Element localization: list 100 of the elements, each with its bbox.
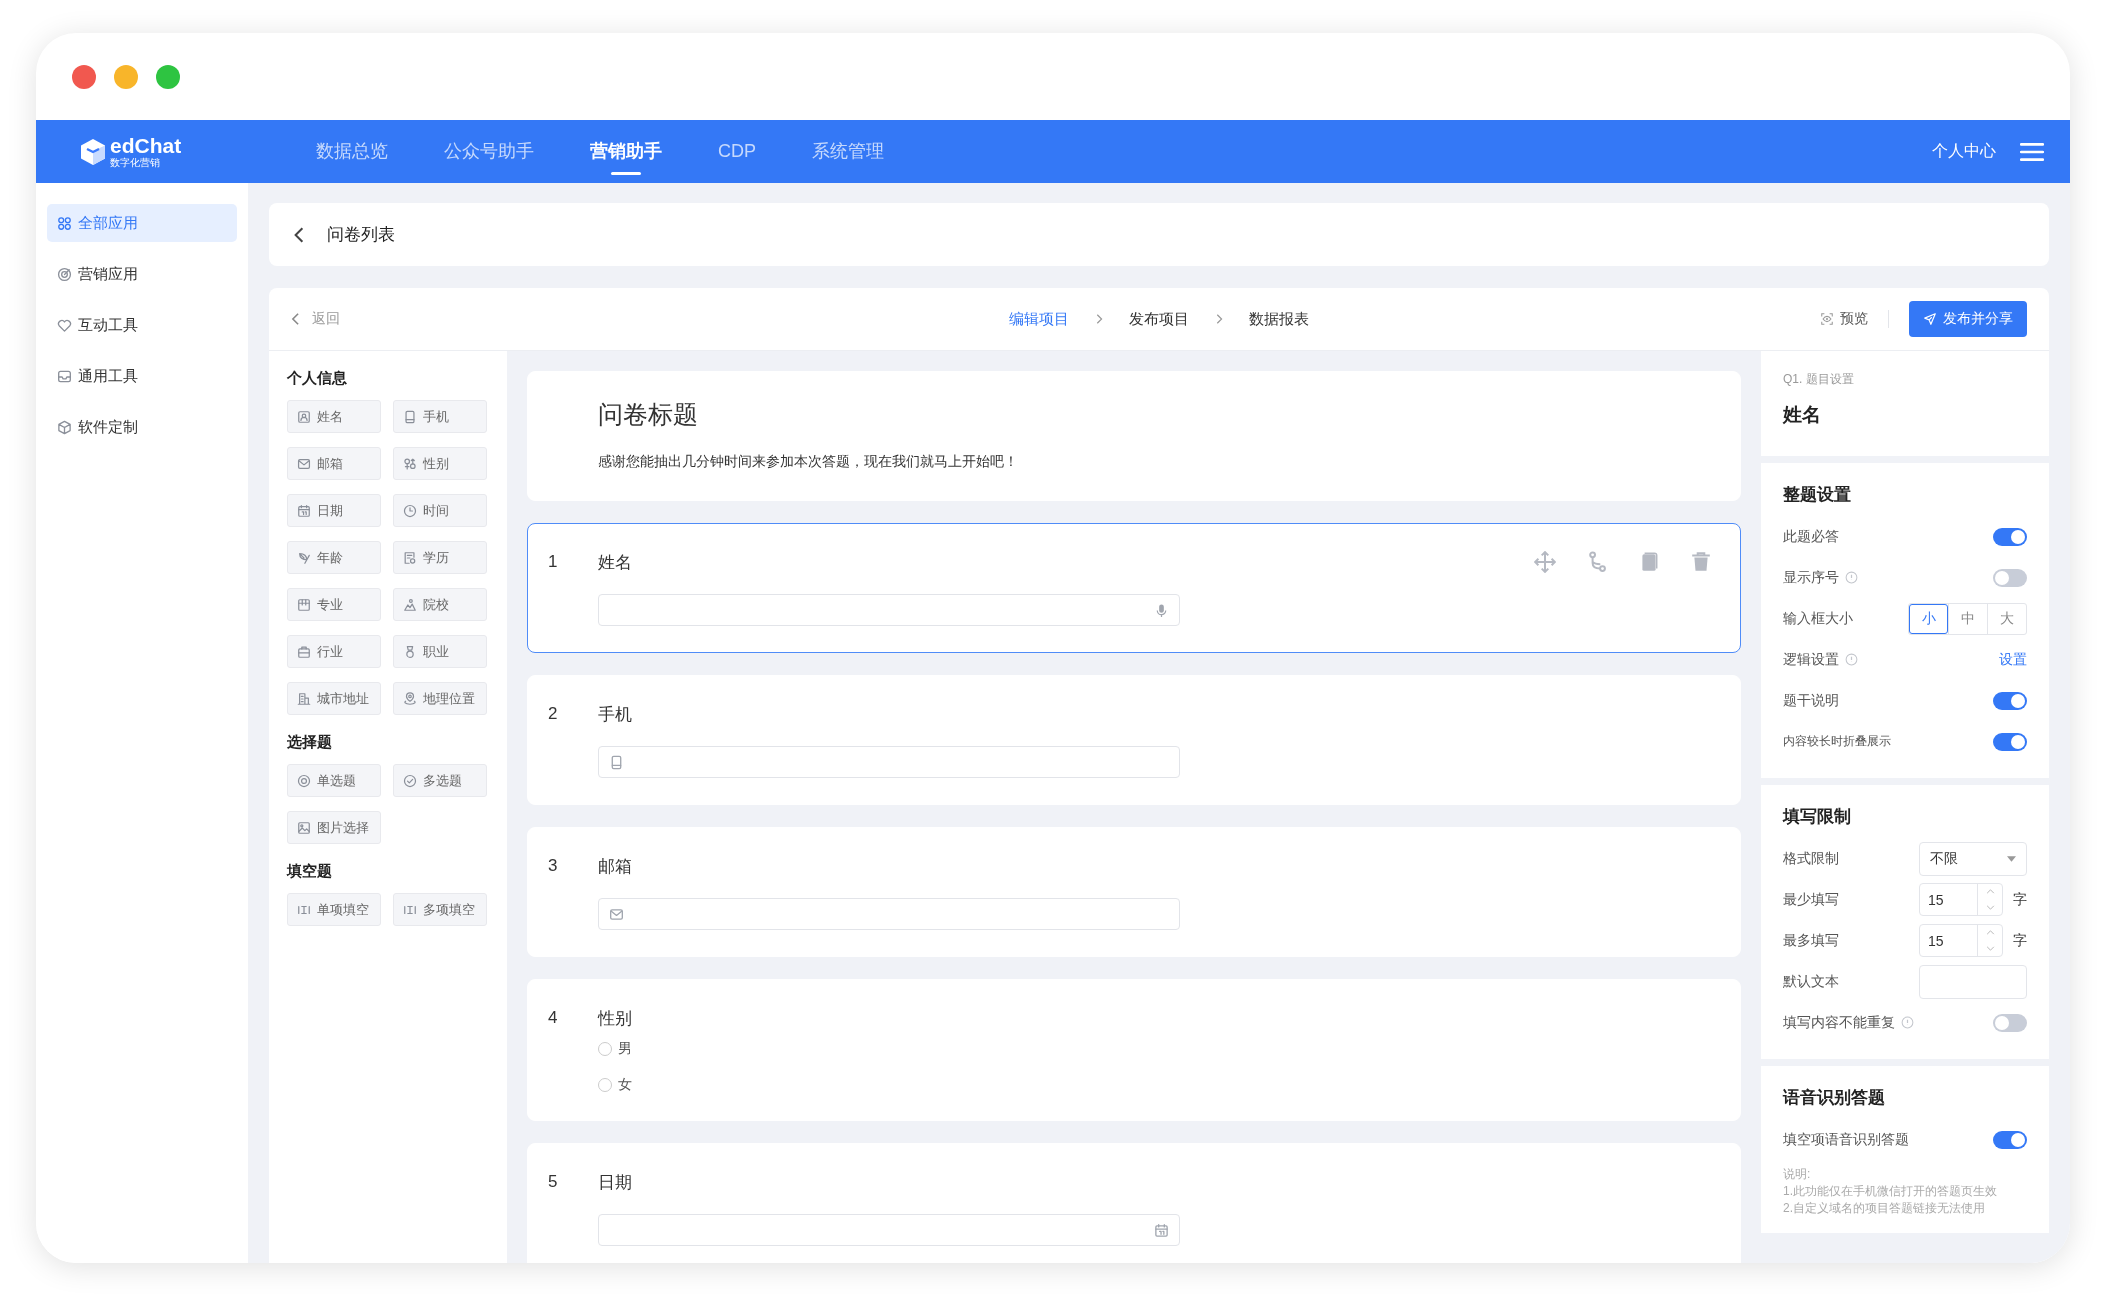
nav-tab[interactable]: 数据总览	[316, 120, 388, 183]
component-chip[interactable]: 年龄	[287, 541, 381, 574]
zoom-window-icon[interactable]	[156, 64, 180, 89]
component-chip[interactable]: 姓名	[287, 400, 381, 433]
increment-icon[interactable]	[1985, 930, 1995, 936]
component-chip[interactable]: 地理位置	[393, 682, 487, 715]
microphone-icon[interactable]	[1154, 602, 1169, 618]
question-card[interactable]: 1 姓名	[527, 523, 1741, 653]
default-text-field[interactable]	[1919, 964, 2027, 999]
unit-label: 字	[2013, 931, 2027, 950]
size-option[interactable]: 大	[1987, 603, 2026, 634]
step-tab[interactable]: 编辑项目	[1009, 309, 1069, 329]
info-icon[interactable]	[1845, 571, 1858, 584]
minimize-window-icon[interactable]	[114, 64, 138, 89]
setup-link[interactable]: 设置	[1999, 650, 2027, 669]
question-number: 5	[548, 1172, 559, 1192]
component-chip[interactable]: 职业	[393, 635, 487, 668]
toggle-switch[interactable]	[1993, 527, 2027, 546]
radio-option[interactable]: 女	[598, 1076, 1720, 1094]
toggle-switch[interactable]	[1993, 1013, 2027, 1032]
answer-field[interactable]	[598, 594, 1180, 626]
component-chip[interactable]: 时间	[393, 494, 487, 527]
sidebar-item[interactable]: 软件定制	[47, 408, 237, 446]
branch-icon[interactable]	[1586, 551, 1608, 573]
step-tab[interactable]: 发布项目	[1129, 309, 1189, 329]
unit-label: 字	[2013, 890, 2027, 909]
setting-label: 填空项语音识别答题	[1783, 1130, 1909, 1149]
menu-icon[interactable]	[2020, 141, 2044, 162]
component-chip[interactable]: 院校	[393, 588, 487, 621]
toggle-switch[interactable]	[1993, 568, 2027, 587]
number-stepper[interactable]: 15	[1919, 924, 2003, 957]
component-chip[interactable]: 城市地址	[287, 682, 381, 715]
answer-field[interactable]	[598, 746, 1180, 778]
back-link[interactable]: 返回	[291, 310, 340, 328]
radio-option[interactable]: 男	[598, 1040, 1720, 1058]
question-card[interactable]: 5 日期	[527, 1143, 1741, 1263]
step-tab[interactable]: 数据报表	[1249, 309, 1309, 329]
info-icon[interactable]	[1901, 1016, 1914, 1029]
component-chip[interactable]: 图片选择	[287, 811, 381, 844]
toggle-switch[interactable]	[1993, 691, 2027, 710]
question-title: 性别	[598, 1007, 633, 1030]
question-title: 邮箱	[598, 855, 633, 878]
gender-icon	[403, 456, 417, 471]
preview-button[interactable]: 预览	[1820, 310, 1868, 328]
palette-group-title: 填空题	[287, 862, 333, 881]
setting-label: 内容较长时折叠展示	[1783, 733, 1891, 750]
number-stepper[interactable]: 15	[1919, 883, 2003, 916]
chevron-right-icon	[1215, 313, 1223, 325]
question-number: 1	[548, 552, 559, 572]
component-chip[interactable]: 多选题	[393, 764, 487, 797]
component-chip[interactable]: 邮箱	[287, 447, 381, 480]
sidebar-item[interactable]: 通用工具	[47, 357, 237, 395]
decrement-icon[interactable]	[1985, 945, 1995, 951]
setting-label: 显示序号	[1783, 568, 1839, 587]
radio-icon	[297, 773, 311, 788]
nav-tab[interactable]: 系统管理	[812, 120, 884, 183]
setting-label: 此题必答	[1783, 527, 1839, 546]
component-chip[interactable]: 专业	[287, 588, 381, 621]
component-chip[interactable]: 性别	[393, 447, 487, 480]
close-window-icon[interactable]	[72, 64, 96, 89]
component-chip[interactable]: 学历	[393, 541, 487, 574]
help-note: 说明: 1.此功能仅在手机微信打开的答题页生效 2.自定义域名的项目答题链接无法使用	[1783, 1166, 1998, 1217]
setting-label: 最多填写	[1783, 931, 1839, 950]
question-card[interactable]: 3 邮箱	[527, 827, 1741, 957]
setting-label: 题干说明	[1783, 691, 1839, 710]
answer-field[interactable]	[598, 898, 1180, 930]
toggle-switch[interactable]	[1993, 732, 2027, 751]
cube-icon	[57, 419, 72, 435]
format-dropdown[interactable]: 不限	[1919, 841, 2027, 876]
size-option[interactable]: 中	[1948, 603, 1987, 634]
back-chevron-icon[interactable]	[293, 225, 305, 244]
sidebar-item[interactable]: 全部应用	[47, 204, 237, 242]
info-icon[interactable]	[1845, 653, 1858, 666]
question-number: 2	[548, 704, 559, 724]
component-chip[interactable]: 多项填空	[393, 893, 487, 926]
decrement-icon[interactable]	[1985, 904, 1995, 910]
question-title: 姓名	[598, 551, 633, 574]
calendar-icon[interactable]	[1154, 1222, 1169, 1238]
move-icon[interactable]	[1534, 551, 1556, 573]
building-icon	[297, 691, 311, 706]
component-chip[interactable]: 行业	[287, 635, 381, 668]
setting-label: 填写内容不能重复	[1783, 1013, 1895, 1032]
question-card[interactable]: 4 性别 男 女	[527, 979, 1741, 1121]
setting-label: 逻辑设置	[1783, 650, 1839, 669]
publish-share-button[interactable]: 发布并分享	[1909, 301, 2027, 337]
page-title: 问卷列表	[327, 224, 395, 246]
delete-icon[interactable]	[1690, 551, 1712, 573]
sidebar-item[interactable]: 营销应用	[47, 255, 237, 293]
component-chip[interactable]: 手机	[393, 400, 487, 433]
component-chip[interactable]: 单选题	[287, 764, 381, 797]
size-option[interactable]: 小	[1909, 603, 1948, 634]
component-chip[interactable]: 单项填空	[287, 893, 381, 926]
question-card[interactable]: 2 手机	[527, 675, 1741, 805]
user-center-link[interactable]: 个人中心	[1932, 141, 1996, 162]
increment-icon[interactable]	[1985, 889, 1995, 895]
component-chip[interactable]: 日期	[287, 494, 381, 527]
toggle-switch[interactable]	[1993, 1130, 2027, 1149]
sidebar-item[interactable]: 互动工具	[47, 306, 237, 344]
date-field[interactable]	[598, 1214, 1180, 1246]
nav-tab[interactable]: 营销助手	[590, 120, 662, 183]
